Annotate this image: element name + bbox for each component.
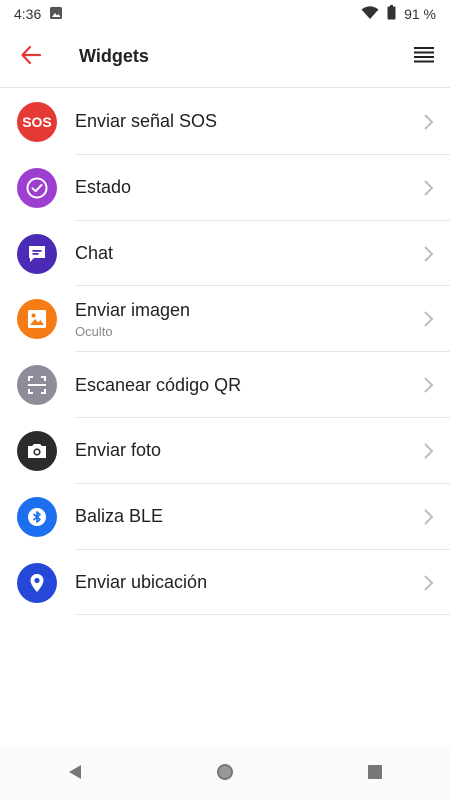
list-item-enviar-foto[interactable]: Enviar foto [0,418,450,484]
wifi-icon [361,5,379,23]
chevron-right-icon [424,311,434,328]
status-left: 4:36 [14,6,63,23]
chevron-right-icon [424,245,434,262]
widgets-list: SOS Enviar señal SOS Estado Chat Enviar … [0,89,450,616]
bluetooth-icon [17,496,57,537]
chevron-right-icon [424,574,434,591]
list-item-label: Escanear código QR [75,374,242,395]
menu-button[interactable] [412,45,436,69]
chevron-right-icon [424,180,434,196]
list-item-sublabel: Oculto [75,323,113,339]
camera-icon [17,430,57,471]
status-right: 91 % [361,5,436,23]
list-item-label: Enviar foto [75,440,162,461]
image-icon [17,299,57,340]
app-bar: Widgets [0,28,450,88]
check-circle-icon [17,167,57,208]
list-item-label: Chat [75,242,114,263]
chevron-right-icon [424,377,434,393]
page-title: Widgets [79,46,149,66]
list-item-label: Baliza BLE [75,506,164,527]
list-item-enviar-imagen[interactable]: Enviar imagen Oculto [0,286,450,353]
nav-recents-button[interactable] [363,762,387,786]
list-item-label: Estado [75,177,132,198]
list-menu-icon [414,46,434,69]
chevron-right-icon [424,114,434,130]
sos-icon: SOS [17,102,57,142]
home-circle-icon [215,762,235,787]
list-item-sos[interactable]: SOS Enviar señal SOS [0,89,450,155]
status-bar: 4:36 91 % [0,0,450,28]
list-item-estado[interactable]: Estado [0,155,450,221]
image-notification-icon [49,6,63,23]
list-item-enviar-ubicacion[interactable]: Enviar ubicación [0,550,450,616]
list-item-label: Enviar señal SOS [75,111,218,132]
back-button[interactable] [18,44,44,70]
list-item-label: Enviar ubicación [75,571,208,592]
nav-back-button[interactable] [63,762,87,786]
qr-scan-icon [17,365,57,406]
chevron-right-icon [424,443,434,459]
system-nav-bar [0,748,450,800]
battery-icon [387,5,396,23]
divider [75,614,450,616]
back-triangle-icon [66,763,84,786]
chat-icon [17,233,57,274]
list-item-chat[interactable]: Chat [0,221,450,287]
status-time: 4:36 [14,6,42,22]
list-item-escanear-qr[interactable]: Escanear código QR [0,352,450,418]
nav-home-button[interactable] [213,762,237,786]
list-item-label: Enviar imagen [75,299,191,320]
location-pin-icon [17,562,57,603]
recents-square-icon [367,764,383,785]
battery-percent: 91 % [404,6,436,22]
list-item-baliza-ble[interactable]: Baliza BLE [0,484,450,550]
arrow-left-icon [20,44,42,71]
chevron-right-icon [424,509,434,525]
